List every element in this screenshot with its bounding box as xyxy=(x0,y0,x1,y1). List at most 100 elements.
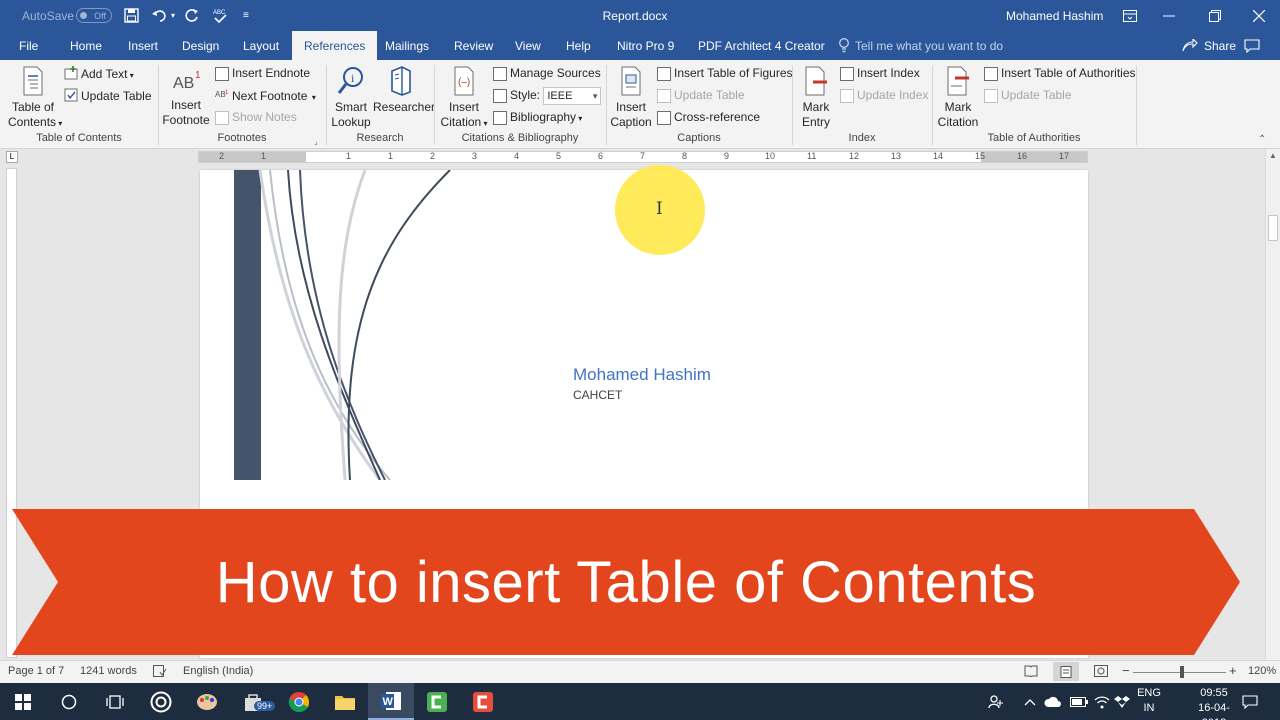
smart-lookup-button[interactable]: i Smart Lookup xyxy=(330,66,372,130)
cover-decorative-curves xyxy=(258,170,451,480)
comments-icon[interactable] xyxy=(1244,31,1260,60)
manage-sources-button[interactable]: Manage Sources xyxy=(493,66,601,81)
language-indicator[interactable]: English (India) xyxy=(183,665,253,677)
horizontal-ruler[interactable]: 2 1 1 1 2 3 4 5 6 7 8 9 10 11 12 13 14 1… xyxy=(198,151,1088,163)
update-index-button[interactable]: Update Index xyxy=(840,88,928,103)
tab-mailings[interactable]: Mailings xyxy=(385,31,429,60)
ruler-number: 12 xyxy=(849,151,860,161)
chrome-icon[interactable] xyxy=(276,683,322,720)
update-table-button[interactable]: Update Table xyxy=(64,88,152,106)
word-app-icon[interactable]: W xyxy=(368,683,414,720)
page-count[interactable]: Page 1 of 7 xyxy=(8,665,64,677)
table-of-contents-icon xyxy=(23,66,43,96)
proofing-icon[interactable] xyxy=(153,665,167,680)
manage-sources-label: Manage Sources xyxy=(510,66,601,80)
insert-footnote-button[interactable]: AB 1 Insert Footnote xyxy=(162,68,210,128)
researcher-label: Researcher xyxy=(373,100,436,114)
tab-insert[interactable]: Insert xyxy=(128,31,158,60)
zoom-out-icon[interactable]: − xyxy=(1122,663,1130,678)
scroll-up-icon[interactable]: ▲ xyxy=(1269,151,1277,160)
lightbulb-icon xyxy=(839,38,849,53)
tab-stop-selector[interactable]: L xyxy=(6,151,18,163)
tab-review[interactable]: Review xyxy=(454,31,493,60)
battery-icon[interactable] xyxy=(1070,683,1088,720)
tab-help[interactable]: Help xyxy=(566,31,591,60)
tab-home[interactable]: Home xyxy=(70,31,102,60)
footnotes-dialog-launcher-icon[interactable]: ⌟ xyxy=(314,134,318,149)
insert-table-of-authorities-button[interactable]: Insert Table of Authorities xyxy=(984,66,1136,81)
ruler-number: 5 xyxy=(556,151,562,161)
cover-organization[interactable]: CAHCET xyxy=(573,388,622,402)
dropbox-icon[interactable] xyxy=(1114,683,1130,720)
ruler-number: 4 xyxy=(514,151,520,161)
mark-entry-icon xyxy=(805,66,827,96)
insert-table-of-figures-button[interactable]: Insert Table of Figures xyxy=(657,66,793,81)
task-view-icon[interactable] xyxy=(92,683,138,720)
style-selector[interactable]: Style: IEEE xyxy=(493,87,602,105)
insert-endnote-button[interactable]: Insert Endnote xyxy=(215,66,310,81)
insert-caption-button[interactable]: Insert Caption xyxy=(610,66,652,130)
researcher-icon xyxy=(391,66,411,96)
tab-pdf-architect[interactable]: PDF Architect 4 Creator xyxy=(698,31,825,60)
wifi-icon[interactable] xyxy=(1094,683,1110,720)
tab-file[interactable]: File xyxy=(19,31,38,60)
read-mode-icon[interactable] xyxy=(1024,665,1038,680)
close-icon[interactable] xyxy=(1236,0,1280,31)
windows-start-icon[interactable] xyxy=(0,683,46,720)
update-table-figures-icon xyxy=(657,88,671,103)
input-language-indicator[interactable]: ENG IN xyxy=(1135,686,1163,716)
store-app-icon[interactable]: 99+ xyxy=(230,683,276,720)
tab-references[interactable]: References xyxy=(292,31,378,60)
mark-citation-button[interactable]: Mark Citation xyxy=(936,66,980,130)
ruler-number: 17 xyxy=(1059,151,1070,161)
cover-author-name[interactable]: Mohamed Hashim xyxy=(573,365,711,385)
web-layout-icon[interactable] xyxy=(1094,665,1108,680)
word-count[interactable]: 1241 words xyxy=(80,665,137,677)
onedrive-icon[interactable] xyxy=(1044,683,1062,720)
insert-citation-button[interactable]: (–) Insert Citation ▾ xyxy=(438,66,490,131)
minimize-icon[interactable] xyxy=(1146,0,1192,31)
tab-view[interactable]: View xyxy=(515,31,541,60)
mark-entry-label-1: Mark xyxy=(802,100,830,114)
app-target-icon[interactable] xyxy=(138,683,184,720)
researcher-button[interactable]: Researcher xyxy=(373,66,436,115)
mark-entry-button[interactable]: Mark Entry xyxy=(796,66,836,130)
print-layout-icon[interactable] xyxy=(1053,662,1079,681)
action-center-icon[interactable] xyxy=(1242,683,1258,720)
update-table-authorities-button[interactable]: Update Table xyxy=(984,88,1072,103)
manage-sources-icon xyxy=(493,66,507,81)
cortana-search-icon[interactable] xyxy=(46,683,92,720)
clock-date: 16-04-2018 xyxy=(1198,702,1230,720)
show-notes-button[interactable]: Show Notes xyxy=(215,110,297,125)
file-explorer-icon[interactable] xyxy=(322,683,368,720)
people-icon[interactable] xyxy=(988,683,1004,720)
next-footnote-button[interactable]: AB 1 Next Footnote ▾ xyxy=(215,88,316,106)
table-of-contents-button[interactable]: Table of Contents ▾ xyxy=(8,66,62,131)
scroll-thumb[interactable] xyxy=(1268,215,1278,241)
tell-me-box[interactable]: Tell me what you want to do xyxy=(838,31,1003,60)
tab-layout[interactable]: Layout xyxy=(243,31,279,60)
add-text-icon xyxy=(64,66,78,84)
camtasia-green-icon[interactable] xyxy=(414,683,460,720)
insert-index-button[interactable]: Insert Index xyxy=(840,66,920,81)
cross-reference-button[interactable]: Cross-reference xyxy=(657,110,760,125)
share-button[interactable]: Share xyxy=(1182,31,1236,60)
collapse-ribbon-icon[interactable]: ⌃ xyxy=(1258,132,1266,147)
restore-icon[interactable] xyxy=(1192,0,1238,31)
add-text-button[interactable]: Add Text ▾ xyxy=(64,66,134,84)
tray-expand-icon[interactable] xyxy=(1024,683,1036,720)
next-footnote-label: Next Footnote xyxy=(232,89,308,104)
paint-app-icon[interactable] xyxy=(184,683,230,720)
bibliography-button[interactable]: Bibliography ▾ xyxy=(493,110,582,126)
zoom-level[interactable]: 120% xyxy=(1248,665,1276,677)
camtasia-red-icon[interactable] xyxy=(460,683,506,720)
insert-caption-label-1: Insert xyxy=(615,100,646,114)
tab-design[interactable]: Design xyxy=(182,31,219,60)
user-name[interactable]: Mohamed Hashim xyxy=(1006,0,1103,31)
update-table-figures-button[interactable]: Update Table xyxy=(657,88,745,103)
zoom-slider-knob[interactable] xyxy=(1180,666,1184,678)
style-dropdown[interactable]: IEEE xyxy=(543,87,602,105)
zoom-in-icon[interactable]: + xyxy=(1229,663,1237,678)
system-clock[interactable]: 09:55 16-04-2018 xyxy=(1186,686,1242,720)
tab-nitro-pro[interactable]: Nitro Pro 9 xyxy=(617,31,674,60)
